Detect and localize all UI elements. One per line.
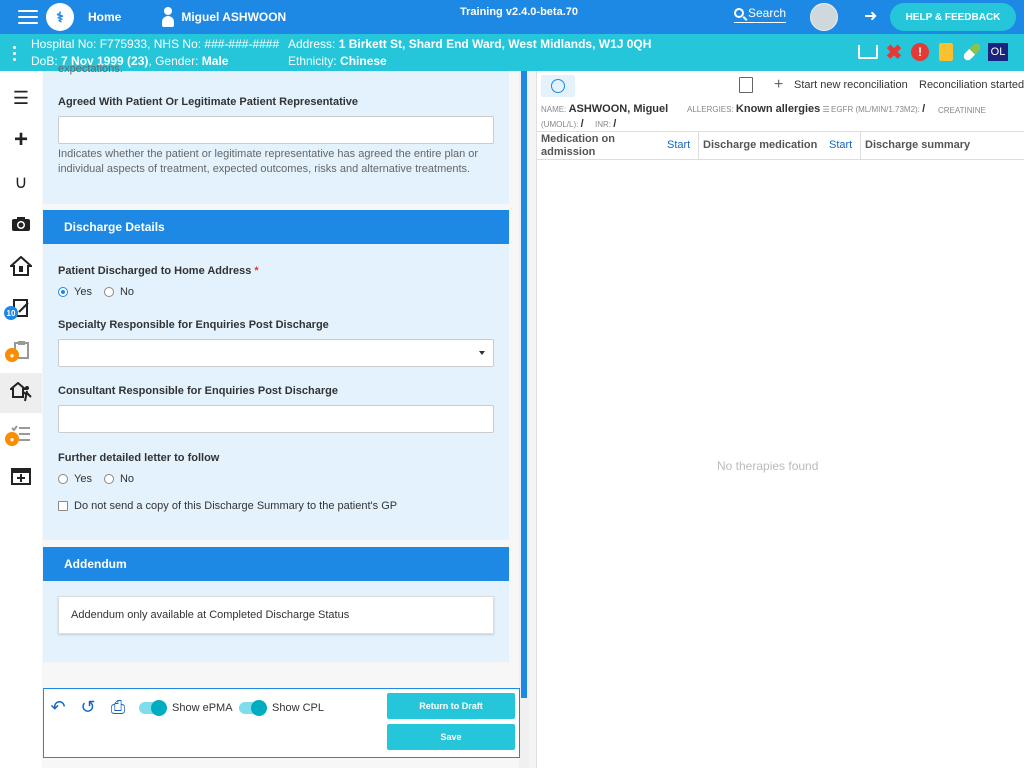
- link-toggle-button[interactable]: [541, 75, 575, 97]
- plus-icon[interactable]: +: [774, 77, 783, 93]
- discharge-details-header[interactable]: Discharge Details: [43, 210, 509, 244]
- reconciliation-started-label: Reconciliation started: [919, 79, 1024, 91]
- gp-copy-label: Do not send a copy of this Discharge Sum…: [74, 500, 398, 512]
- medication-table-header: Medication on admission Start Discharge m…: [537, 131, 1024, 160]
- discharged-home-no-radio[interactable]: [103, 287, 114, 297]
- version-label: Training v2.4.0-beta.70: [460, 6, 578, 18]
- inr-meta: INR: /: [595, 118, 617, 130]
- search-label: Search: [748, 6, 787, 20]
- yes-label: Yes: [74, 286, 92, 298]
- lock-icon: ●: [5, 432, 19, 446]
- letter-label: Further detailed letter to follow: [58, 452, 220, 464]
- panel-splitter[interactable]: [529, 71, 537, 768]
- gp-copy-checkbox[interactable]: [58, 501, 68, 511]
- search-button[interactable]: Search: [734, 6, 787, 23]
- ol-badge[interactable]: OL: [988, 43, 1008, 61]
- patient-address: Address: 1 Birkett St, Shard End Ward, W…: [288, 37, 652, 51]
- show-epma-label: Show ePMA: [172, 702, 233, 714]
- stethoscope-icon[interactable]: ∪: [10, 171, 32, 193]
- notes-count-badge: 10: [4, 306, 18, 320]
- discharge-walk-icon[interactable]: [10, 381, 32, 403]
- reconciliation-panel: + Start new reconciliation Reconciliatio…: [529, 71, 1024, 768]
- addendum-header[interactable]: Addendum: [43, 547, 509, 581]
- hospital-building-icon[interactable]: [10, 465, 32, 487]
- letter-yes-radio[interactable]: [58, 474, 68, 484]
- alert-icon[interactable]: !: [910, 42, 930, 62]
- person-icon: [161, 7, 175, 27]
- bed-icon[interactable]: [858, 42, 878, 62]
- agreed-input[interactable]: [58, 116, 494, 144]
- plus-icon[interactable]: +: [10, 126, 32, 153]
- discharged-home-label: Patient Discharged to Home Address *: [58, 265, 259, 277]
- chevron-down-icon: [479, 351, 485, 355]
- start-new-reconciliation-button[interactable]: Start new reconciliation: [794, 79, 908, 91]
- show-cpl-toggle[interactable]: [239, 700, 267, 716]
- column-divider: [698, 132, 699, 159]
- col-discharge-medication: Discharge medication: [703, 139, 818, 151]
- col-discharge-summary: Discharge summary: [865, 139, 971, 151]
- cutoff-help-text: expectations.: [58, 63, 123, 75]
- return-to-draft-button[interactable]: Return to Draft: [387, 693, 515, 719]
- document-add-icon[interactable]: [739, 77, 753, 93]
- start-discharge-link[interactable]: Start: [829, 139, 852, 151]
- save-button[interactable]: Save: [387, 724, 515, 750]
- help-feedback-button[interactable]: HELP & FEEDBACK: [890, 3, 1016, 31]
- yes-label: Yes: [74, 473, 92, 485]
- top-bar: ⚕ Home Miguel ASHWOON Training v2.4.0-be…: [0, 0, 1024, 34]
- agreed-help-text: Indicates whether the patient or legitim…: [58, 148, 479, 175]
- hospital-nhs-numbers: Hospital No: F775933, NHS No: ###-###-##…: [31, 37, 280, 51]
- no-label: No: [119, 473, 135, 485]
- letter-no-radio[interactable]: [103, 474, 114, 484]
- specialty-select[interactable]: [58, 339, 494, 367]
- agreed-label: Agreed With Patient Or Legitimate Patien…: [58, 96, 359, 108]
- specialty-label: Specialty Responsible for Enquiries Post…: [58, 319, 329, 331]
- consultant-input[interactable]: [58, 405, 494, 433]
- circle-slash-icon: [551, 79, 565, 93]
- search-icon: [734, 8, 744, 18]
- gp-copy-row: Do not send a copy of this Discharge Sum…: [58, 500, 397, 512]
- caduceus-logo-icon[interactable]: ⚕: [46, 3, 74, 31]
- no-label: No: [119, 286, 135, 298]
- hamburger-menu-icon[interactable]: [18, 10, 38, 24]
- show-cpl-label: Show CPL: [272, 702, 324, 714]
- cross-alert-icon[interactable]: ✖: [884, 42, 904, 64]
- home-health-icon[interactable]: [10, 255, 32, 277]
- show-epma-toggle[interactable]: [139, 700, 167, 716]
- consultant-label: Consultant Responsible for Enquiries Pos…: [58, 385, 338, 397]
- history-icon[interactable]: ↺: [78, 697, 98, 717]
- pill-icon[interactable]: [962, 42, 982, 62]
- patient-name[interactable]: Miguel ASHWOON: [181, 10, 286, 24]
- umol-meta: (UMOL/L): /: [541, 118, 584, 130]
- clipboard-icon[interactable]: [936, 42, 956, 62]
- discharged-home-yes-radio[interactable]: [58, 287, 68, 297]
- col-medication-on-admission: Medication on admission: [541, 133, 615, 158]
- home-link[interactable]: Home: [88, 10, 121, 24]
- form-footer: ↶ ↺ ⎙ Show ePMA Show CPL Return to Draft…: [43, 688, 520, 758]
- letter-radio-group: Yes No: [58, 473, 134, 485]
- start-admission-link[interactable]: Start: [667, 139, 690, 151]
- left-navigation: ☰ + ∪ 10 ● ●: [0, 71, 42, 768]
- no-therapies-message: No therapies found: [717, 459, 819, 473]
- form-scrollbar-thumb[interactable]: [521, 71, 527, 698]
- creatinine-meta: CREATININE: [938, 106, 986, 115]
- addendum-message: Addendum only available at Completed Dis…: [58, 596, 494, 634]
- patient-name-meta: NAME: ASHWOON, Miguel: [541, 103, 669, 115]
- list-icon[interactable]: ☰: [10, 87, 32, 109]
- discharged-home-radio-group: Yes No: [58, 286, 134, 298]
- user-avatar[interactable]: [810, 3, 838, 31]
- allergies-meta[interactable]: ALLERGIES: Known allergies ☰: [687, 103, 830, 115]
- column-divider: [860, 132, 861, 159]
- more-options-icon[interactable]: [13, 46, 16, 61]
- undo-icon[interactable]: ↶: [48, 697, 68, 717]
- lock-icon: ●: [5, 348, 19, 362]
- menu-icon: ☰: [822, 105, 830, 114]
- logout-icon[interactable]: ➜: [864, 9, 882, 25]
- print-icon[interactable]: ⎙: [108, 697, 128, 717]
- camera-icon[interactable]: [10, 213, 32, 235]
- egfr-meta: EGFR (ML/MIN/1.73M2): /: [831, 103, 926, 115]
